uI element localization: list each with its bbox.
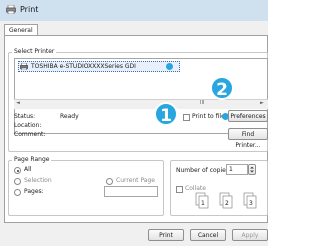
tab-strip <box>0 21 268 35</box>
copies-stepper[interactable] <box>248 164 256 175</box>
scroll-left-icon[interactable]: ◄ <box>16 100 20 106</box>
find-printer-button[interactable]: Find Printer... <box>228 128 268 149</box>
window-title: Print <box>20 5 39 14</box>
preferences-button[interactable]: Preferences <box>228 110 268 122</box>
all-radio[interactable] <box>14 167 21 174</box>
scroll-right-icon[interactable]: ► <box>260 100 264 106</box>
callout-2-badge: 2 <box>210 76 234 100</box>
copies-input[interactable]: 1 <box>226 164 248 175</box>
status-label: Status: <box>14 113 36 120</box>
callout-1-pointer-dot <box>166 63 173 70</box>
printer-item-toshiba[interactable]: TOSHIBA e-STUDIOXXXXSeries GDI <box>18 61 180 72</box>
current-page-radio[interactable] <box>106 178 113 185</box>
collate-page-3: 3 <box>249 200 253 207</box>
page-range-label: Page Range <box>12 156 52 163</box>
print-to-file-checkbox[interactable] <box>183 114 190 121</box>
current-page-label: Current Page <box>116 177 155 184</box>
comment-label: Comment: <box>14 131 46 138</box>
status-value: Ready <box>60 113 79 120</box>
dialog-footer <box>0 223 268 246</box>
number-of-copies-label: Number of copies: <box>176 167 231 174</box>
pages-input[interactable] <box>104 186 158 197</box>
cancel-button[interactable]: Cancel <box>190 229 226 241</box>
select-printer-label: Select Printer <box>12 48 57 55</box>
location-label: Location: <box>14 122 42 129</box>
collate-checkbox[interactable] <box>176 186 183 193</box>
callout-1-badge: 1 <box>154 102 178 126</box>
print-to-file-label: Print to file <box>192 113 225 120</box>
selection-label: Selection <box>24 177 52 184</box>
title-bar <box>0 0 268 22</box>
pages-radio[interactable] <box>14 189 21 196</box>
scroll-thumb-grip[interactable]: III <box>200 100 204 106</box>
collate-page-2: 2 <box>225 200 229 207</box>
stepper-arrows-icon <box>250 166 254 173</box>
all-label: All <box>24 166 32 173</box>
print-button[interactable]: Print <box>148 229 184 241</box>
printer-icon <box>20 63 28 70</box>
selection-radio[interactable] <box>14 178 21 185</box>
pages-label: Pages: <box>24 188 44 195</box>
collate-page-1: 1 <box>201 200 205 207</box>
apply-button[interactable]: Apply <box>232 229 268 241</box>
printer-icon <box>6 5 16 14</box>
horizontal-scrollbar[interactable] <box>14 99 268 109</box>
